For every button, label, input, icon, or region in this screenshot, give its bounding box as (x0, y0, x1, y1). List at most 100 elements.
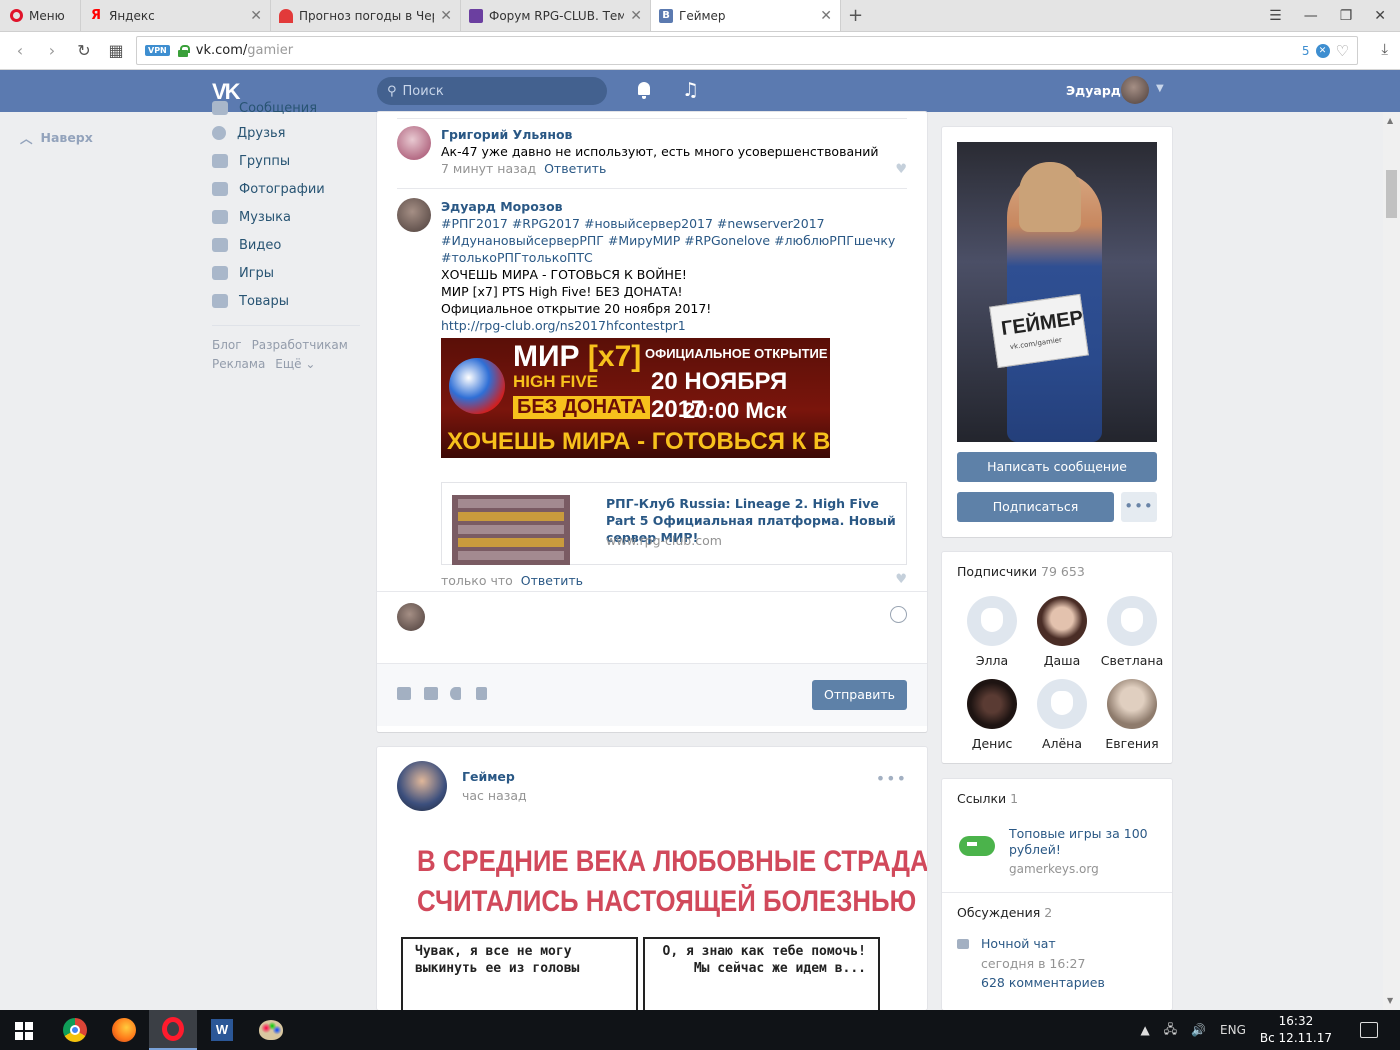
user-name[interactable]: Эдуард (1066, 83, 1121, 98)
footer-link-more[interactable]: Ещё ⌄ (275, 355, 315, 374)
scroll-up-icon[interactable]: ▲ (1387, 116, 1393, 125)
tab-yandex[interactable]: Я Яндекс ✕ (80, 0, 270, 31)
sidebar-item-music[interactable]: Музыка (212, 203, 362, 231)
like-heart-icon[interactable]: ♥ (895, 162, 907, 177)
close-tab-icon[interactable]: ✕ (630, 8, 642, 24)
close-tab-icon[interactable]: ✕ (250, 8, 262, 24)
subscriber-item[interactable]: Евгения (1097, 679, 1167, 751)
link-title[interactable]: Топовые игры за 100 рублей! (1009, 826, 1159, 858)
paint-taskbar-button[interactable] (247, 1010, 295, 1050)
commenter-avatar[interactable] (397, 126, 431, 160)
close-window-icon[interactable]: ✕ (1374, 8, 1386, 24)
write-message-button[interactable]: Написать сообщение (957, 452, 1157, 482)
footer-link-developers[interactable]: Разработчикам (252, 336, 348, 355)
hashtags-line[interactable]: #РПГ2017 #RPG2017 #новыйсервер2017 #news… (441, 215, 907, 232)
chevron-down-icon[interactable]: ▼ (1156, 83, 1164, 94)
tab-menu-icon[interactable]: ☰ (1269, 8, 1282, 24)
subscribers-header[interactable]: Подписчики 79 653 (957, 564, 1085, 579)
url-input[interactable]: VPN vk.com/gamier 5 ✕ ♡ (136, 36, 1358, 65)
chrome-taskbar-button[interactable] (51, 1010, 99, 1050)
tab-gamer[interactable]: В Геймер ✕ (650, 0, 840, 31)
comment-reply-box[interactable] (377, 591, 927, 663)
back-icon[interactable]: ‹ (4, 41, 36, 60)
language-indicator[interactable]: ENG (1220, 1023, 1246, 1037)
discussion-comments[interactable]: 628 комментариев (981, 975, 1105, 990)
profile-photo[interactable]: ГЕЙМЕР vk.com/gamier (957, 142, 1157, 442)
scroll-down-icon[interactable]: ▼ (1387, 996, 1393, 1005)
maximize-icon[interactable]: ❐ (1340, 8, 1353, 24)
new-tab-button[interactable]: + (840, 0, 870, 31)
hashtags-line[interactable]: #ИдунановыйсерверРПГ #МируМИР #RPGonelov… (441, 232, 907, 249)
subscriber-item[interactable]: Денис (957, 679, 1027, 751)
adblock-shield-icon[interactable]: ✕ (1315, 43, 1330, 58)
reply-link[interactable]: Ответить (544, 161, 606, 176)
link-preview-card[interactable]: РПГ-Клуб Russia: Lineage 2. High Five Pa… (441, 482, 907, 565)
post-author[interactable]: Геймер (462, 769, 515, 784)
opera-taskbar-button[interactable] (149, 1010, 197, 1050)
comment-link[interactable]: http://rpg-club.org/ns2017hfcontestpr1 (441, 317, 907, 334)
comment-time[interactable]: 7 минут назад (441, 161, 536, 176)
bookmark-heart-icon[interactable]: ♡ (1336, 42, 1349, 60)
speed-dial-icon[interactable]: ▦ (100, 41, 132, 60)
post-image-headline[interactable]: В СРЕДНИЕ ВЕКА ЛЮБОВНЫЕ СТРАДАНИЯ СЧИТАЛ… (417, 842, 927, 922)
reload-icon[interactable]: ↻ (68, 41, 100, 60)
comment-author[interactable]: Эдуард Морозов (441, 198, 907, 215)
send-button[interactable]: Отправить (812, 680, 907, 710)
sidebar-item-groups[interactable]: Группы (212, 147, 362, 175)
document-icon[interactable] (476, 687, 487, 700)
scrollbar-thumb[interactable] (1386, 170, 1397, 218)
tray-expand-icon[interactable]: ▲ (1140, 1023, 1149, 1037)
back-to-top-button[interactable]: ︿ Наверх (20, 128, 93, 147)
reply-link[interactable]: Ответить (521, 573, 583, 588)
windows-start-icon[interactable] (15, 1022, 33, 1040)
forward-icon[interactable]: › (36, 41, 68, 60)
emoji-icon[interactable] (890, 606, 907, 623)
sidebar-item-goods[interactable]: Товары (212, 287, 362, 315)
tab-weather[interactable]: Прогноз погоды в Черн ✕ (270, 0, 460, 31)
search-input[interactable]: ⚲ Поиск (377, 77, 607, 105)
word-taskbar-button[interactable]: W (198, 1010, 246, 1050)
subscriber-item[interactable]: Светлана (1097, 596, 1167, 668)
system-clock[interactable]: 16:32 Вс 12.11.17 (1260, 1013, 1332, 1047)
footer-link-ads[interactable]: Реклама (212, 355, 265, 374)
action-center-icon[interactable] (1360, 1022, 1378, 1038)
sidebar-item-games[interactable]: Игры (212, 259, 362, 287)
lock-icon[interactable] (177, 44, 190, 57)
more-options-icon[interactable]: ••• (876, 769, 907, 788)
sidebar-item-video[interactable]: Видео (212, 231, 362, 259)
discussion-title[interactable]: Ночной чат (981, 936, 1056, 951)
links-header[interactable]: Ссылки 1 (957, 791, 1018, 806)
commenter-avatar[interactable] (397, 198, 431, 232)
post-time[interactable]: час назад (462, 788, 527, 803)
firefox-taskbar-button[interactable] (100, 1010, 148, 1050)
like-heart-icon[interactable]: ♥ (895, 572, 907, 587)
close-tab-icon[interactable]: ✕ (820, 8, 832, 24)
subscriber-item[interactable]: Алёна (1027, 679, 1097, 751)
subscriber-item[interactable]: Элла (957, 596, 1027, 668)
post-author-avatar[interactable] (397, 761, 447, 811)
sidebar-item-friends[interactable]: Друзья (212, 119, 362, 147)
sidebar-item-photos[interactable]: Фотографии (212, 175, 362, 203)
comment-author[interactable]: Григорий Ульянов (441, 126, 907, 143)
network-icon[interactable]: 🖧 (1164, 1020, 1177, 1041)
page-scrollbar[interactable]: ▲ ▼ (1383, 112, 1400, 1010)
minimize-icon[interactable]: — (1304, 8, 1318, 24)
discussions-header[interactable]: Обсуждения 2 (957, 905, 1052, 920)
download-icon[interactable]: ⤓ (1381, 40, 1388, 58)
subscriber-item[interactable]: Даша (1027, 596, 1097, 668)
more-actions-button[interactable]: ••• (1121, 492, 1157, 522)
music-icon[interactable] (450, 687, 461, 700)
opera-menu-button[interactable]: Меню (0, 0, 80, 31)
hashtags-line[interactable]: #толькоРПГтолькоПТС (441, 249, 907, 266)
close-tab-icon[interactable]: ✕ (440, 8, 452, 24)
promo-banner-image[interactable]: МИР [x7] HIGH FIVE БЕЗ ДОНАТА ОФИЦИАЛЬНО… (441, 338, 830, 458)
vpn-badge[interactable]: VPN (145, 45, 170, 56)
sidebar-item-messages[interactable]: Сообщения (212, 97, 362, 119)
user-avatar[interactable] (1121, 76, 1149, 104)
volume-icon[interactable]: 🔊 (1191, 1023, 1206, 1037)
footer-link-blog[interactable]: Блог (212, 336, 242, 355)
notifications-bell-icon[interactable] (636, 82, 652, 100)
gamepad-icon[interactable] (959, 834, 995, 858)
film-icon[interactable] (424, 687, 438, 700)
music-note-icon[interactable]: ♫ (682, 79, 699, 101)
